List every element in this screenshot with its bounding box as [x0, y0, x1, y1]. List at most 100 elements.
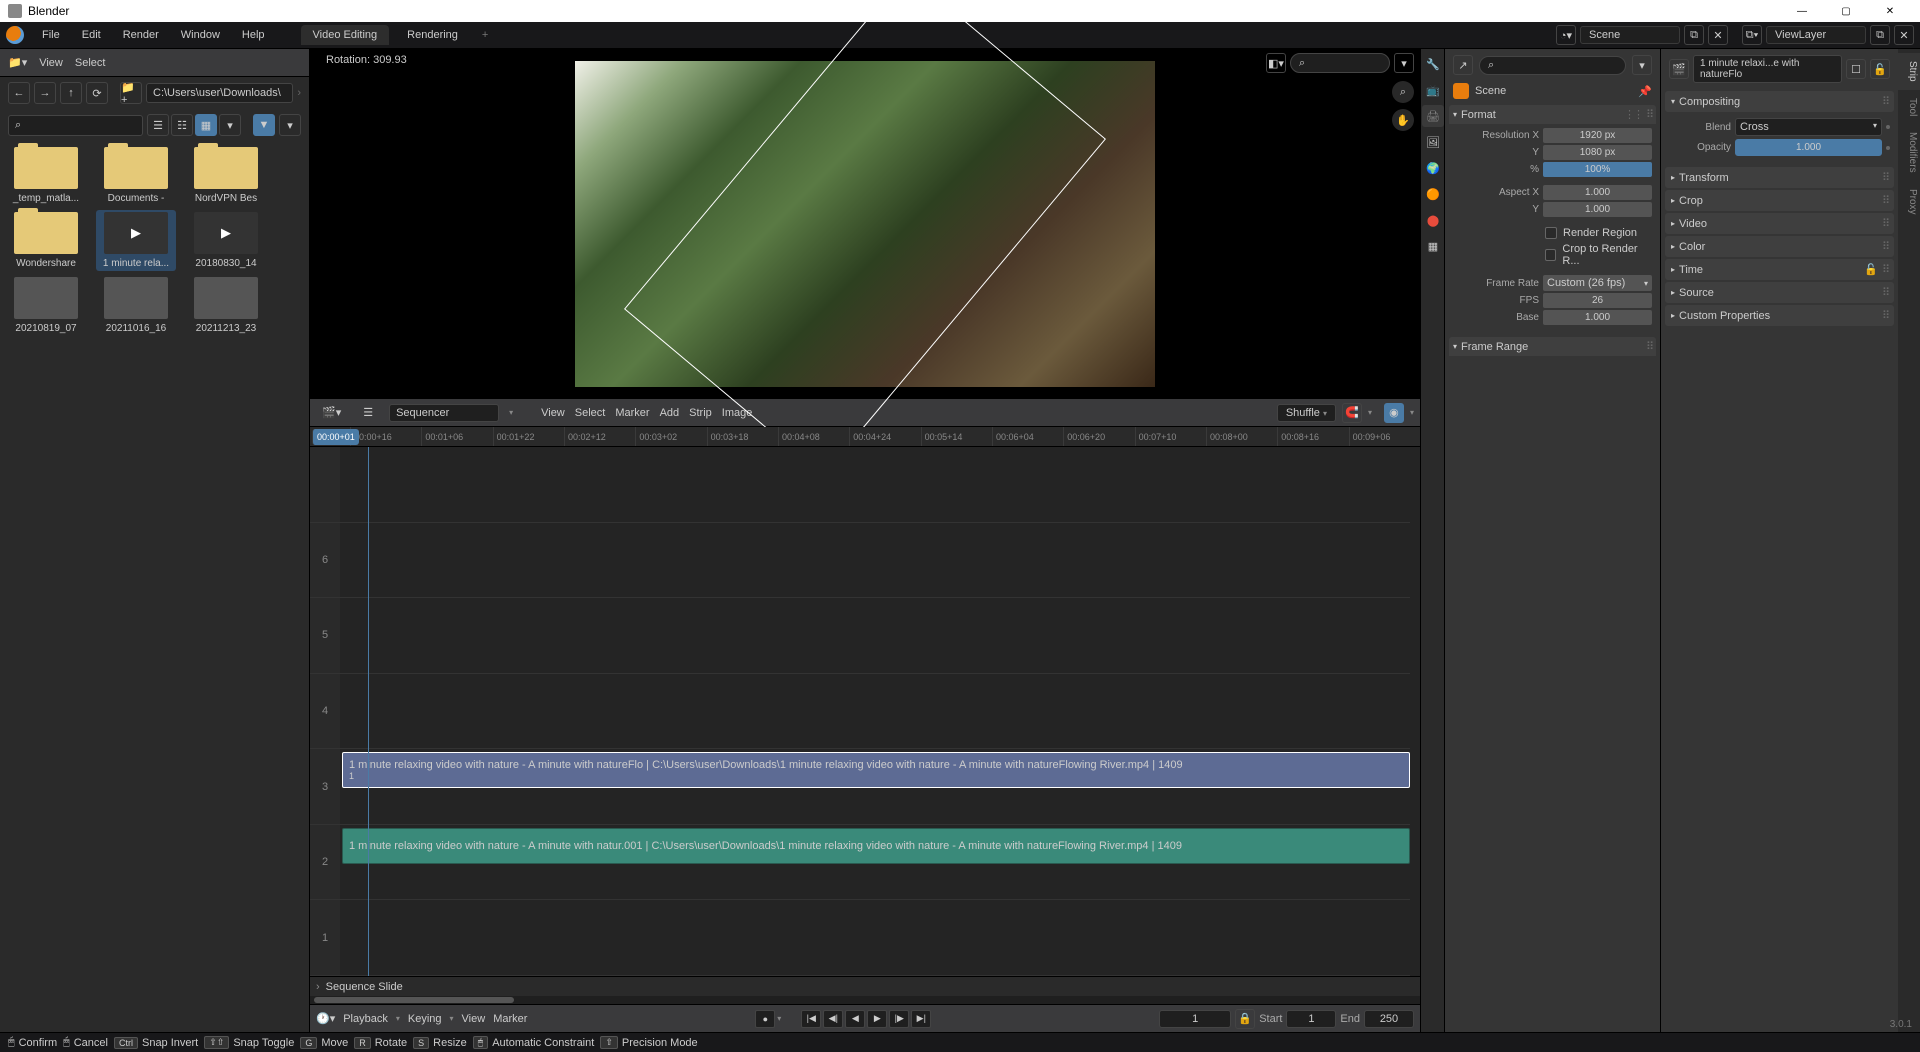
zoom-tool-icon[interactable]: ⌕	[1392, 81, 1414, 103]
ruler-tick[interactable]: 00:06+04	[992, 427, 1063, 446]
overlap-mode-dropdown[interactable]: Shuffle ▾	[1277, 404, 1336, 422]
file-item[interactable]: Wondershare	[6, 210, 86, 271]
strip-mute-icon[interactable]: ☐	[1846, 59, 1866, 79]
ruler-tick[interactable]: 00:00+16	[350, 427, 421, 446]
base-input[interactable]: 1.000	[1543, 310, 1652, 325]
fb-menu-view[interactable]: View	[39, 57, 63, 69]
current-frame-indicator[interactable]: 00:00+01	[312, 429, 359, 445]
snap-button[interactable]: 🧲	[1342, 403, 1362, 423]
file-item[interactable]: NordVPN Bes	[186, 145, 266, 206]
filter-button[interactable]: ▼	[253, 114, 275, 136]
drag-icon[interactable]: ⠿	[1646, 340, 1652, 353]
scene-new-icon[interactable]: ⧉	[1684, 25, 1704, 45]
play-button[interactable]: ▶	[867, 1010, 887, 1028]
jump-start-button[interactable]: |◀	[801, 1010, 821, 1028]
resolution-x-input[interactable]: 1920 px	[1543, 128, 1652, 143]
play-reverse-button[interactable]: ◀	[845, 1010, 865, 1028]
drag-icon[interactable]: ⠿	[1882, 309, 1888, 322]
frame-lock-icon[interactable]: 🔒	[1235, 1009, 1255, 1029]
resolution-percent-input[interactable]: 100%	[1543, 162, 1652, 177]
world-tab-icon[interactable]: 🟠	[1422, 183, 1444, 205]
strip-tab-modifiers[interactable]: Modifiers	[1898, 124, 1920, 181]
playhead[interactable]	[368, 447, 369, 976]
file-item[interactable]: 20211016_16	[96, 275, 176, 336]
sequencer-display-mode[interactable]: ☰	[357, 404, 379, 421]
ruler-tick[interactable]: 00:08+16	[1277, 427, 1348, 446]
keyframe-prev-button[interactable]: ◀|	[823, 1010, 843, 1028]
blender-icon[interactable]	[6, 26, 24, 44]
scene-name-input[interactable]: Scene	[1580, 26, 1680, 44]
strip-type-icon[interactable]: 🎬	[1669, 59, 1689, 79]
props-search-input[interactable]: ⌕	[1479, 56, 1626, 75]
keying-menu[interactable]: Keying	[408, 1013, 442, 1025]
new-folder-button[interactable]: 📁+	[120, 82, 142, 104]
drag-icon[interactable]: ⠿	[1882, 171, 1888, 184]
filter-options-button[interactable]: ▾	[279, 114, 301, 136]
ruler-tick[interactable]: 00:08+00	[1206, 427, 1277, 446]
current-frame-input[interactable]: 1	[1159, 1010, 1231, 1028]
viewlayer-new-icon[interactable]: ⧉	[1870, 25, 1890, 45]
aspect-y-input[interactable]: 1.000	[1543, 202, 1652, 217]
workspace-tab-video-editing[interactable]: Video Editing	[301, 25, 390, 45]
ruler-tick[interactable]: 00:04+08	[778, 427, 849, 446]
keyframe-dot[interactable]	[1886, 146, 1890, 150]
keyframe-dot[interactable]	[1886, 125, 1890, 129]
panel-header-transform[interactable]: ▸Transform⠿	[1665, 167, 1894, 188]
viewlayer-name-input[interactable]: ViewLayer	[1766, 26, 1866, 44]
drag-icon[interactable]: ⠿	[1882, 263, 1888, 276]
preview-canvas[interactable]	[575, 61, 1155, 387]
seq-menu-select[interactable]: Select	[575, 407, 606, 419]
resolution-y-input[interactable]: 1080 px	[1543, 145, 1652, 160]
drag-icon[interactable]: ⠿	[1882, 194, 1888, 207]
chevron-right-icon[interactable]: ›	[316, 981, 320, 993]
start-frame-input[interactable]: 1	[1286, 1010, 1336, 1028]
maximize-button[interactable]: ▢	[1824, 0, 1868, 22]
drag-icon[interactable]: ⠿	[1646, 108, 1652, 121]
file-item[interactable]: Documents -	[96, 145, 176, 206]
add-workspace-button[interactable]: +	[474, 25, 496, 45]
drag-icon[interactable]: ⠿	[1882, 95, 1888, 108]
view-details-button[interactable]: ☷	[171, 114, 193, 136]
ruler-tick[interactable]: 00:07+10	[1135, 427, 1206, 446]
overlay-toggle-button[interactable]: ◉	[1384, 403, 1404, 423]
frame-range-panel-header[interactable]: ▾ Frame Range ⠿	[1449, 337, 1656, 356]
ruler-tick[interactable]: 00:05+14	[921, 427, 992, 446]
compositing-panel-header[interactable]: ▾ Compositing ⠿	[1665, 91, 1894, 112]
playback-marker-menu[interactable]: Marker	[493, 1013, 527, 1025]
close-button[interactable]: ✕	[1868, 0, 1912, 22]
pin-icon[interactable]: 📌	[1638, 85, 1652, 98]
panel-header-time[interactable]: ▸Time🔓⠿	[1665, 259, 1894, 280]
menu-edit[interactable]: Edit	[72, 25, 111, 45]
drag-icon[interactable]: ⠿	[1882, 286, 1888, 299]
timeline-scrollbar[interactable]	[310, 996, 1420, 1004]
view-grid-button[interactable]: ▦	[195, 114, 217, 136]
tracks-container[interactable]: 1 minute relaxing video with nature - A …	[340, 447, 1420, 976]
drag-icon[interactable]: ⠿	[1882, 217, 1888, 230]
panel-header-source[interactable]: ▸Source⠿	[1665, 282, 1894, 303]
opacity-input[interactable]: 1.000	[1735, 139, 1882, 156]
ruler-tick[interactable]: 00:03+18	[707, 427, 778, 446]
scene-browse-icon[interactable]: ◔▾	[1556, 25, 1576, 45]
render-region-checkbox[interactable]	[1545, 227, 1557, 239]
crop-region-checkbox[interactable]	[1545, 249, 1556, 261]
file-item[interactable]: 20180830_14	[186, 210, 266, 271]
audio-strip[interactable]: 1 minute relaxing video with nature - A …	[342, 828, 1410, 864]
panel-header-crop[interactable]: ▸Crop⠿	[1665, 190, 1894, 211]
scene-tab-icon[interactable]: 🌍	[1422, 157, 1444, 179]
seq-menu-strip[interactable]: Strip	[689, 407, 712, 419]
seq-menu-marker[interactable]: Marker	[615, 407, 649, 419]
drag-icon[interactable]: ⠿	[1882, 240, 1888, 253]
panel-menu-icon[interactable]: ⋮⋮	[1624, 108, 1642, 121]
editor-type-dropdown[interactable]: 📁▾	[8, 56, 27, 69]
file-item[interactable]: 1 minute rela...	[96, 210, 176, 271]
playback-menu[interactable]: Playback	[343, 1013, 388, 1025]
expand-icon[interactable]: ↗	[1453, 55, 1473, 75]
menu-help[interactable]: Help	[232, 25, 275, 45]
strip-lock-icon[interactable]: 🔓	[1870, 59, 1890, 79]
timeline-editor-type[interactable]: 🕐▾	[316, 1012, 335, 1025]
ruler-tick[interactable]: 00:04+24	[849, 427, 920, 446]
blend-mode-dropdown[interactable]: Cross▾	[1735, 118, 1882, 136]
keyframe-next-button[interactable]: |▶	[889, 1010, 909, 1028]
end-frame-input[interactable]: 250	[1364, 1010, 1414, 1028]
ruler-tick[interactable]: 00:09+06	[1349, 427, 1420, 446]
